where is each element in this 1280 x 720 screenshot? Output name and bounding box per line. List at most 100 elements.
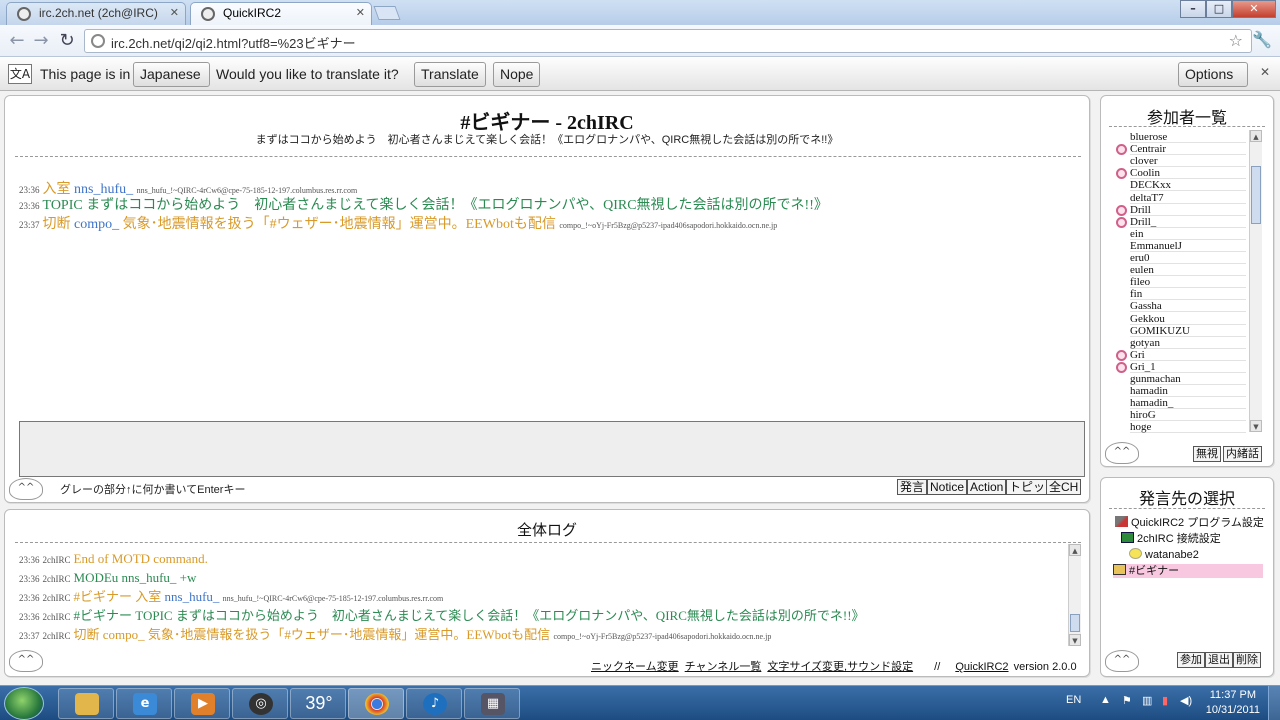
media-player-button[interactable]: ▶ [174,688,230,719]
scroll-up-icon[interactable]: ▲ [1250,130,1262,142]
itunes-button[interactable]: ♪ [406,688,462,719]
member-item[interactable]: Centrair [1130,143,1246,156]
options-button[interactable]: Options ▾ [1178,62,1248,105]
weather-value: 39° [305,693,333,713]
tray-expand-icon[interactable]: ▲ [1100,694,1111,706]
star-icon[interactable]: ☆ [1229,31,1243,50]
member-item[interactable]: Gri [1130,349,1246,361]
maximize-button[interactable]: □ [1206,0,1232,18]
new-tab-button[interactable] [373,6,401,20]
target-label: #ビギナー [1129,565,1180,577]
app-button[interactable]: ◎ [232,688,288,719]
show-desktop-button[interactable] [1268,686,1280,720]
say-button[interactable]: 発言 [897,479,928,495]
delete-button[interactable]: 削除 [1233,652,1261,668]
member-item[interactable]: hamadin_ [1130,397,1246,410]
message-nick[interactable]: nns_hufu_ [74,182,133,197]
back-icon[interactable]: ← [6,30,28,52]
ignore-button[interactable]: 無視 [1193,446,1221,462]
member-item[interactable]: Gassha [1130,300,1246,313]
monitor-icon [1121,532,1134,543]
member-item[interactable]: hoge [1130,421,1246,434]
member-item[interactable]: hamadin [1130,385,1246,398]
clock[interactable]: 11:37 PM 10/31/2011 [1206,688,1260,718]
member-item[interactable]: Coolin [1130,167,1246,180]
target-connection-settings[interactable]: 2chIRC 接続設定 [1121,532,1221,546]
weather-button[interactable]: 39° [290,688,346,719]
ie-button[interactable]: e [116,688,172,719]
member-item[interactable]: Drill [1130,204,1246,216]
wrench-icon[interactable]: 🔧 [1252,30,1272,49]
notice-button[interactable]: Notice [927,479,968,495]
all-ch-button[interactable]: 全CH [1046,479,1082,495]
member-item[interactable]: Gri_1 [1130,361,1246,373]
target-user[interactable]: watanabe2 [1129,548,1199,562]
tab-quickirc2[interactable]: QuickIRC2 ✕ [190,2,372,25]
member-item[interactable]: Gekkou [1130,313,1246,325]
join-button[interactable]: 参加 [1177,652,1205,668]
quickirc2-link[interactable]: QuickIRC2 [955,661,1008,673]
address-bar[interactable]: irc.2ch.net/qi2/qi2.html?utf8=%23ビギナー ☆ [84,29,1252,53]
member-item[interactable]: eulen [1130,264,1246,277]
reload-icon[interactable]: ↻ [56,30,78,52]
font-sound-settings-link[interactable]: 文字サイズ変更,サウンド設定 [767,661,913,673]
whisper-button[interactable]: 内緒話 [1223,446,1262,462]
explorer-button[interactable] [58,688,114,719]
flag-icon[interactable]: ⚑ [1122,694,1132,707]
close-icon[interactable]: ✕ [170,3,179,24]
battery-icon[interactable]: ▮ [1162,694,1168,707]
scroll-thumb[interactable] [1251,166,1261,224]
member-item[interactable]: clover [1130,155,1246,168]
log-scrollbar[interactable]: ▲ ▼ [1068,544,1081,646]
separator: // [934,661,941,673]
chrome-button[interactable] [348,688,404,719]
nope-button[interactable]: Nope [493,62,541,87]
part-button[interactable]: 退出 [1205,652,1233,668]
channel-list-link[interactable]: チャンネル一覧 [685,661,762,673]
member-item[interactable]: bluerose [1130,131,1246,143]
members-scrollbar[interactable]: ▲ ▼ [1249,130,1262,432]
scroll-down-icon[interactable]: ▼ [1250,420,1262,432]
member-item[interactable]: eru0 [1130,252,1246,264]
member-item[interactable]: hiroG [1130,409,1246,422]
start-button[interactable] [4,687,44,720]
channel-icon [1113,564,1126,575]
message-nick[interactable]: compo_ [74,217,119,232]
member-item[interactable]: EmmanuelJ [1130,240,1246,252]
change-nick-link[interactable]: ニックネーム変更 [591,661,679,673]
target-program-settings[interactable]: QuickIRC2 プログラム設定 [1115,516,1264,530]
forward-icon[interactable]: → [30,30,52,52]
movie-maker-button[interactable]: ▦ [464,688,520,719]
scroll-down-icon[interactable]: ▼ [1069,634,1081,646]
tab-irc-2ch[interactable]: irc.2ch.net (2ch@IRC) ✕ [6,2,186,25]
log-source: 2chIRC [42,574,71,584]
language-indicator[interactable]: EN [1066,694,1081,706]
scroll-thumb[interactable] [1070,614,1080,632]
scroll-up-icon[interactable]: ▲ [1069,544,1081,556]
minimize-button[interactable]: – [1180,0,1206,18]
member-item[interactable]: deltaT7 [1130,192,1246,204]
mascot-icon: ^^ [9,650,43,672]
url-text[interactable]: irc.2ch.net/qi2/qi2.html?utf8=%23ビギナー [111,33,356,52]
member-item[interactable]: fin [1130,288,1246,301]
network-icon[interactable]: ▥ [1142,694,1152,707]
target-channel-selected[interactable]: #ビギナー [1113,564,1263,578]
target-label: 2chIRC 接続設定 [1137,533,1221,545]
member-item[interactable]: ein [1130,228,1246,240]
member-item[interactable]: GOMIKUZU [1130,325,1246,337]
action-button[interactable]: Action [967,479,1007,495]
close-icon[interactable]: ✕ [1260,65,1270,79]
close-window-button[interactable]: ✕ [1232,0,1276,18]
translate-button[interactable]: Translate [414,62,486,87]
member-item[interactable]: gunmachan [1130,373,1246,385]
member-item[interactable]: fileo [1130,276,1246,289]
member-item[interactable]: DECKxx [1130,179,1246,192]
volume-icon[interactable]: ◀) [1180,694,1192,707]
message-input[interactable] [19,421,1085,477]
log-line: 23:37 2chIRC 切断 compo_ 気象･地震情報を扱う「#ウェザー･地震… [19,627,771,645]
log-nick[interactable]: nns_hufu_ [165,589,220,604]
member-item[interactable]: gotyan [1130,337,1246,349]
member-item[interactable]: Drill_ [1130,216,1246,228]
close-icon[interactable]: ✕ [356,3,365,24]
language-select[interactable]: Japanese ▾ [133,62,210,105]
